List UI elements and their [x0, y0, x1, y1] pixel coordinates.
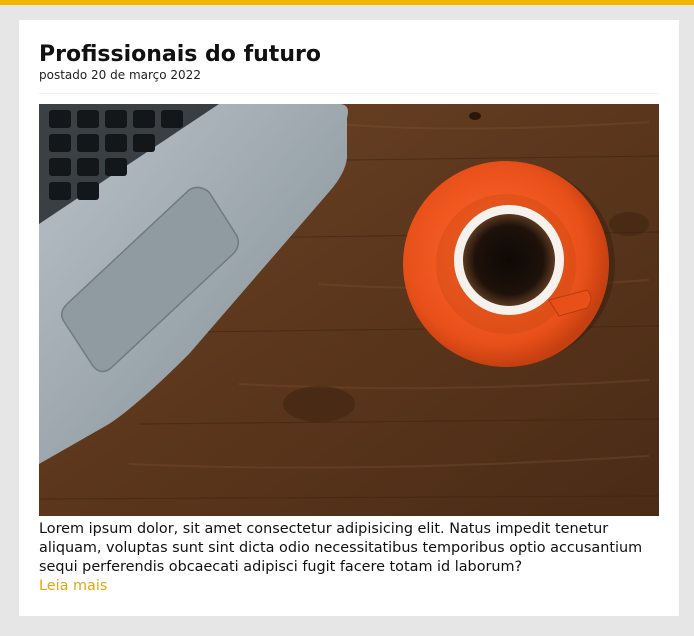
- read-more-link[interactable]: Leia mais: [39, 577, 107, 596]
- top-accent-bar: [0, 0, 694, 5]
- header-divider: [39, 93, 659, 94]
- post-date: postado 20 de março 2022: [39, 68, 201, 82]
- blog-post-card: Profissionais do futuro postado 20 de ma…: [19, 20, 679, 616]
- post-excerpt: Lorem ipsum dolor, sit amet consectetur …: [39, 521, 643, 575]
- post-image: [39, 104, 659, 516]
- post-title: Profissionais do futuro: [39, 42, 321, 67]
